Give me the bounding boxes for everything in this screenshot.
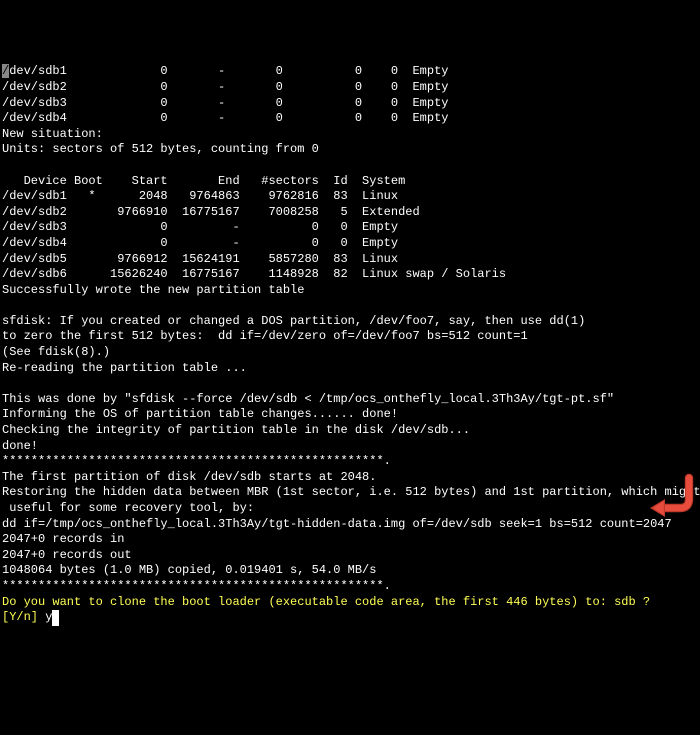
sfdisk-note-2: to zero the first 512 bytes: dd if=/dev/… <box>2 329 528 343</box>
informing-line: Informing the OS of partition table chan… <box>2 407 398 421</box>
new-situation-label: New situation: <box>2 127 103 141</box>
see-fdisk: (See fdisk(8).) <box>2 345 110 359</box>
first-partition-line: The first partition of disk /dev/sdb sta… <box>2 470 376 484</box>
old-row-2: /dev/sdb3 0 - 0 0 0 Empty <box>2 96 448 110</box>
stars-1: ****************************************… <box>2 454 391 468</box>
terminal-output: /dev/sdb1 0 - 0 0 0 Empty /dev/sdb2 0 - … <box>2 64 698 625</box>
records-out: 2047+0 records out <box>2 548 132 562</box>
restoring-line-2: useful for some recovery tool, by: <box>2 501 254 515</box>
old-row-0-rest: dev/sdb1 0 - 0 0 0 Empty <box>9 64 448 78</box>
stars-2: ****************************************… <box>2 579 391 593</box>
new-row-0: /dev/sdb1 * 2048 9764863 9762816 83 Linu… <box>2 189 398 203</box>
records-in: 2047+0 records in <box>2 532 124 546</box>
new-row-5: /dev/sdb6 15626240 16775167 1148928 82 L… <box>2 267 506 281</box>
done-by-line: This was done by "sfdisk --force /dev/sd… <box>2 392 614 406</box>
cursor[interactable] <box>52 610 59 626</box>
restoring-line-1: Restoring the hidden data between MBR (1… <box>2 485 700 499</box>
clone-prompt-question: Do you want to clone the boot loader (ex… <box>2 595 650 609</box>
units-line: Units: sectors of 512 bytes, counting fr… <box>2 142 319 156</box>
sfdisk-note-1: sfdisk: If you created or changed a DOS … <box>2 314 585 328</box>
new-row-3: /dev/sdb4 0 - 0 0 Empty <box>2 236 398 250</box>
checking-line: Checking the integrity of partition tabl… <box>2 423 470 437</box>
old-row-1: /dev/sdb2 0 - 0 0 0 Empty <box>2 80 448 94</box>
clone-prompt-yn: [Y/n] <box>2 610 45 624</box>
old-row-3: /dev/sdb4 0 - 0 0 0 Empty <box>2 111 448 125</box>
success-line: Successfully wrote the new partition tab… <box>2 283 304 297</box>
bytes-copied: 1048064 bytes (1.0 MB) copied, 0.019401 … <box>2 563 376 577</box>
new-row-2: /dev/sdb3 0 - 0 0 Empty <box>2 220 398 234</box>
rereading-line: Re-reading the partition table ... <box>2 361 247 375</box>
user-input[interactable]: y <box>45 610 52 624</box>
new-row-1: /dev/sdb2 9766910 16775167 7008258 5 Ext… <box>2 205 420 219</box>
new-row-4: /dev/sdb5 9766912 15624191 5857280 83 Li… <box>2 252 398 266</box>
dd-command: dd if=/tmp/ocs_onthefly_local.3Th3Ay/tgt… <box>2 517 672 531</box>
done-line: done! <box>2 439 38 453</box>
table-header: Device Boot Start End #sectors Id System <box>2 174 405 188</box>
